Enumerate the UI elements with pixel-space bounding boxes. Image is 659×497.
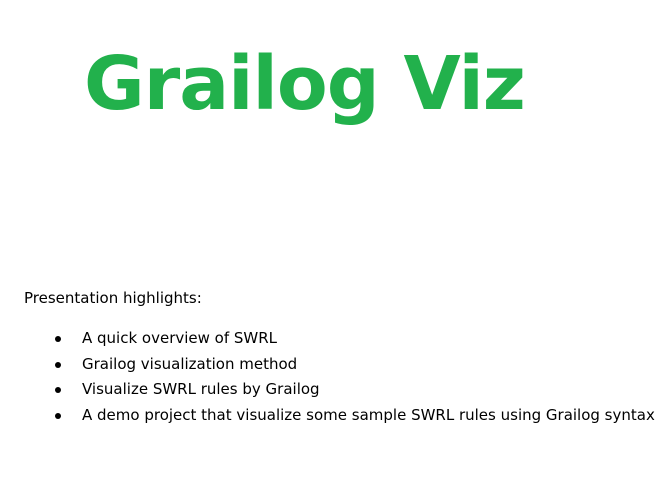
list-item-text: Grailog visualization method: [82, 354, 298, 373]
bullet-icon: [55, 361, 61, 368]
list-item-text: Visualize SWRL rules by Grailog: [82, 380, 320, 398]
bullet-icon: [55, 387, 61, 393]
list-item-text: A demo project that visualize some sampl…: [82, 405, 655, 424]
bullet-icon: [55, 412, 61, 419]
slide: Grailog Viz Presentation highlights: A q…: [0, 0, 659, 497]
bullet-icon: [55, 336, 61, 342]
slide-title: Grailog Viz: [84, 41, 526, 127]
list-item-text: A quick overview of SWRL: [82, 329, 278, 347]
highlights-heading: Presentation highlights:: [24, 289, 202, 307]
